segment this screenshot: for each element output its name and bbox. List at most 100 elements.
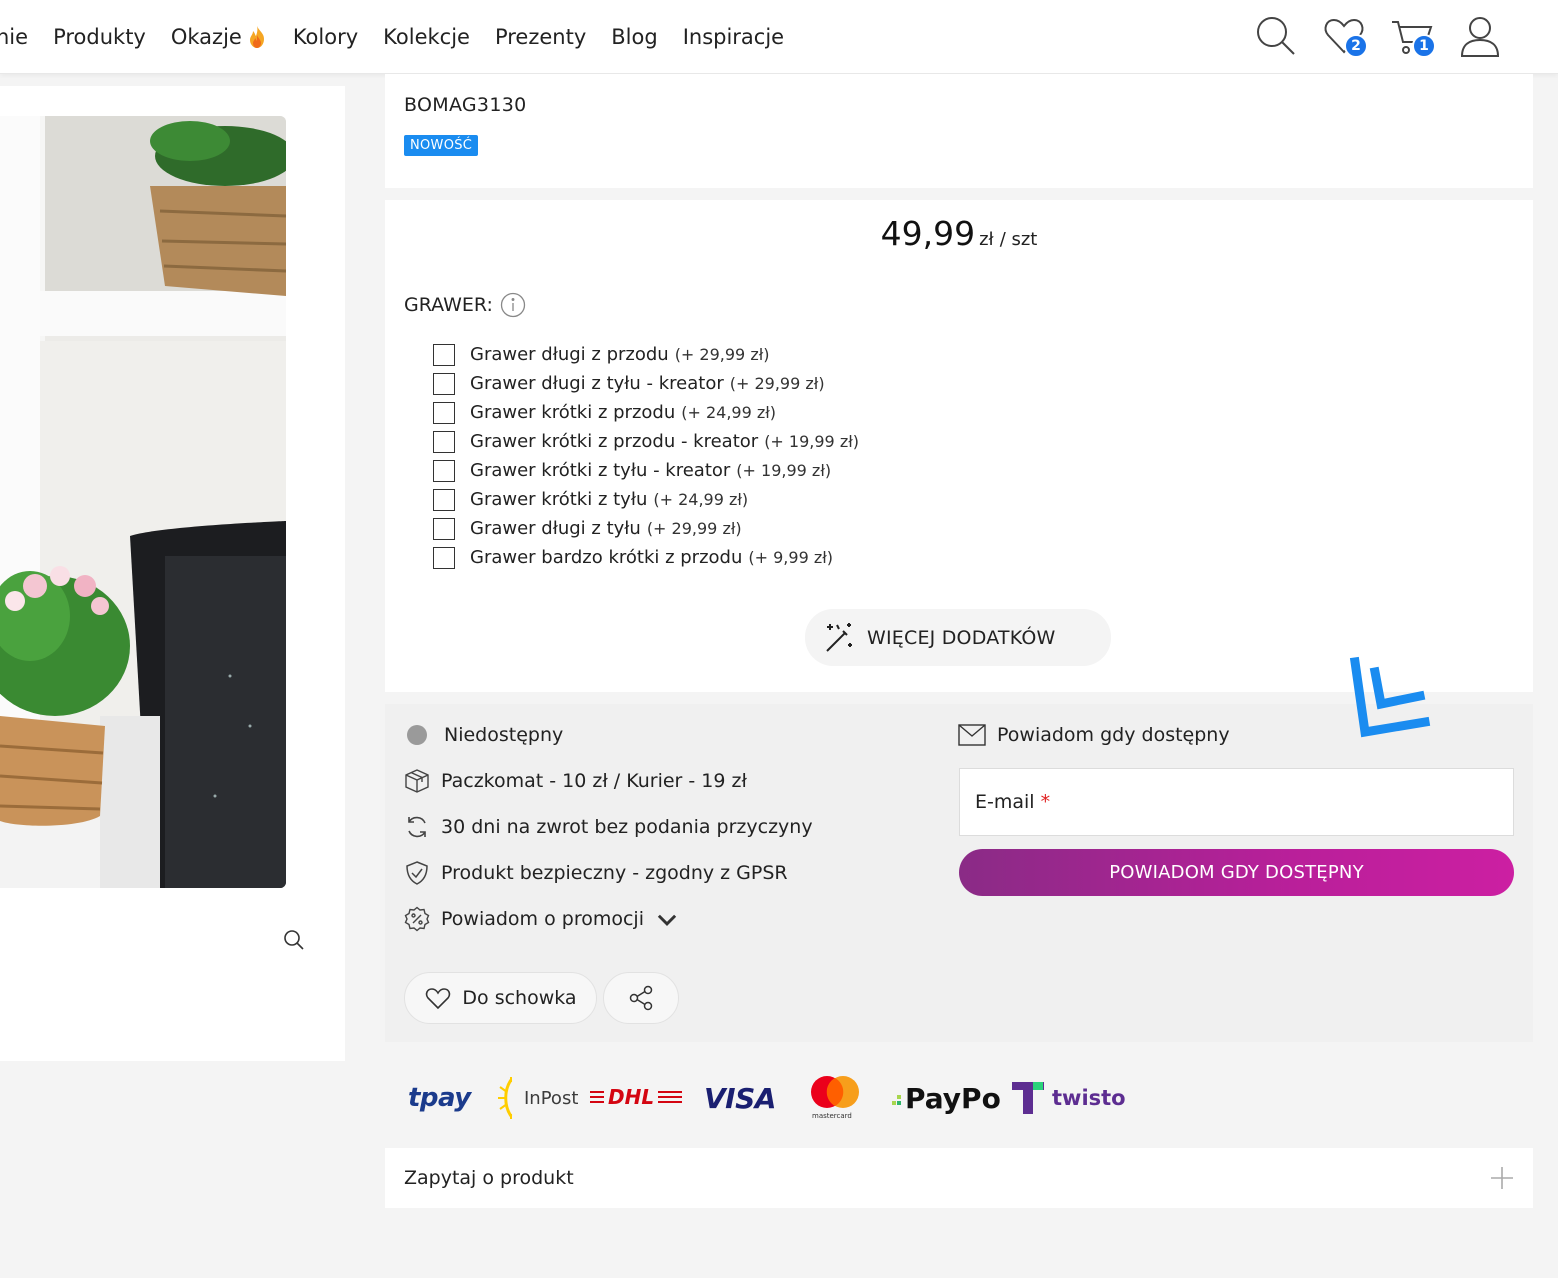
option-label: Grawer krótki z przodu - kreator <box>470 431 759 452</box>
more-addons-button[interactable]: WIĘCEJ DODATKÓW <box>805 609 1111 666</box>
nav-item-kolory[interactable]: Kolory <box>293 25 358 49</box>
product-photo[interactable] <box>0 116 286 888</box>
engraving-option[interactable]: Grawer krótki z przodu - kreator (+ 19,9… <box>433 427 859 456</box>
notify-button-label: POWIADOM GDY DOSTĘPNY <box>1109 862 1364 883</box>
engraving-option[interactable]: Grawer krótki z przodu (+ 24,99 zł) <box>433 398 859 427</box>
visa-logo: VISA <box>704 1068 776 1128</box>
engraving-options: Grawer długi z przodu (+ 29,99 zł) Grawe… <box>433 340 859 572</box>
email-field[interactable]: E-mail * <box>959 768 1514 836</box>
more-addons-label: WIĘCEJ DODATKÓW <box>867 626 1056 649</box>
notify-title: Powiadom gdy dostępny <box>958 724 1230 746</box>
option-checkbox[interactable] <box>433 459 455 482</box>
option-label: Grawer krótki z tyłu <box>470 489 648 510</box>
mastercard-circles-icon <box>811 1076 859 1108</box>
inpost-logo-text: InPost <box>524 1087 579 1109</box>
dhl-logo: DHL <box>590 1068 682 1128</box>
option-checkbox[interactable] <box>433 430 455 453</box>
option-price: (+ 24,99 zł) <box>681 403 777 422</box>
option-price: (+ 24,99 zł) <box>653 490 749 509</box>
add-to-wishlist-label: Do schowka <box>462 987 577 1009</box>
option-label: Grawer bardzo krótki z przodu <box>470 547 743 568</box>
plus-icon <box>1491 1167 1513 1189</box>
required-mark: * <box>1040 791 1051 813</box>
nav-item-blog[interactable]: Blog <box>611 25 657 49</box>
envelope-icon <box>958 724 986 746</box>
nav-item-produkty[interactable]: Produkty <box>53 25 146 49</box>
option-price: (+ 19,99 zł) <box>736 461 832 480</box>
product-photo-illustration <box>0 116 286 888</box>
nav-item-label: Okazje <box>170 25 242 49</box>
option-label: Grawer długi z tyłu - kreator <box>470 373 724 394</box>
paypo-dots-icon <box>892 1095 901 1105</box>
twisto-logo-text: twisto <box>1052 1086 1126 1110</box>
engraving-option[interactable]: Grawer długi z tyłu (+ 29,99 zł) <box>433 514 859 543</box>
nav-item-okazje[interactable]: Okazje <box>171 25 268 49</box>
option-label: Grawer długi z przodu <box>470 344 669 365</box>
option-price: (+ 29,99 zł) <box>729 374 825 393</box>
option-label: Grawer długi z tyłu <box>470 518 641 539</box>
chevron-down-icon <box>657 914 677 926</box>
heart-icon <box>426 988 451 1010</box>
share-button[interactable] <box>603 972 679 1024</box>
dhl-logo-text: DHL <box>604 1086 659 1108</box>
engraving-option[interactable]: Grawer bardzo krótki z przodu (+ 9,99 zł… <box>433 543 859 572</box>
option-price: (+ 29,99 zł) <box>674 345 770 364</box>
price-options-card: 49,99 zł / szt GRAWER: Grawer długi z przo… <box>385 200 1533 692</box>
share-icon <box>629 985 653 1011</box>
inpost-sun-icon <box>498 1077 513 1119</box>
package-icon <box>405 769 429 793</box>
notify-when-available-button[interactable]: POWIADOM GDY DOSTĘPNY <box>959 849 1514 896</box>
nav-item-prezenty[interactable]: Prezenty <box>495 25 586 49</box>
account-button[interactable] <box>1458 14 1502 58</box>
paypo-logo: PayPo <box>892 1068 1001 1128</box>
option-checkbox[interactable] <box>433 372 455 395</box>
tpay-logo: tpay <box>408 1068 471 1128</box>
info-icon[interactable] <box>500 292 526 318</box>
user-icon <box>1460 17 1500 57</box>
arrow-down-left-icon <box>1349 656 1431 738</box>
engraving-option[interactable]: Grawer długi z tyłu - kreator (+ 29,99 z… <box>433 369 859 398</box>
nav-item-home[interactable]: nie <box>0 25 28 49</box>
search-button[interactable] <box>1254 14 1298 58</box>
tpay-logo-text: tpay <box>408 1083 471 1113</box>
email-label: E-mail <box>975 791 1035 813</box>
price-unit: / szt <box>999 229 1038 250</box>
option-checkbox[interactable] <box>433 488 455 511</box>
add-to-wishlist-button[interactable]: Do schowka <box>404 972 597 1024</box>
engraving-option[interactable]: Grawer krótki z tyłu - kreator (+ 19,99 … <box>433 456 859 485</box>
option-price: (+ 29,99 zł) <box>646 519 742 538</box>
magic-wand-icon <box>826 622 852 652</box>
discount-badge-icon <box>404 906 430 932</box>
main-menu: nie Produkty Okazje Kolory Kolekcje Prez… <box>0 0 809 74</box>
engraving-option[interactable]: Grawer długi z przodu (+ 29,99 zł) <box>433 340 859 369</box>
option-checkbox[interactable] <box>433 401 455 424</box>
price-currency: zł <box>979 229 994 250</box>
option-checkbox[interactable] <box>433 546 455 569</box>
availability-status: Niedostępny <box>404 724 563 746</box>
nav-item-kolekcje[interactable]: Kolekcje <box>383 25 470 49</box>
nav-item-inspiracje[interactable]: Inspiracje <box>683 25 784 49</box>
wishlist-count-badge: 2 <box>1344 34 1368 58</box>
twisto-logo: twisto <box>1012 1068 1126 1128</box>
option-checkbox[interactable] <box>433 343 455 366</box>
engraving-option[interactable]: Grawer krótki z tyłu (+ 24,99 zł) <box>433 485 859 514</box>
ask-about-product[interactable]: Zapytaj o produkt <box>385 1148 1533 1208</box>
paypo-logo-text: PayPo <box>905 1081 1001 1115</box>
option-checkbox[interactable] <box>433 517 455 540</box>
notify-title-label: Powiadom gdy dostępny <box>997 724 1230 746</box>
shield-check-icon <box>406 861 428 885</box>
product-gallery <box>0 86 345 1061</box>
zoom-icon <box>284 930 304 950</box>
returns-info: 30 dni na zwrot bez podania przyczyny <box>404 814 813 840</box>
option-price: (+ 19,99 zł) <box>764 432 859 451</box>
twisto-t-icon <box>1012 1082 1044 1114</box>
zoom-button[interactable] <box>276 922 312 958</box>
cart-button[interactable]: 1 <box>1390 14 1436 58</box>
shipping-label: Paczkomat - 10 zł / Kurier - 19 zł <box>441 770 747 792</box>
new-badge: NOWOŚĆ <box>404 135 479 156</box>
engraving-title-label: GRAWER: <box>404 294 493 316</box>
mastercard-logo-box: mastercard <box>810 1074 860 1122</box>
promo-notify-toggle[interactable]: Powiadom o promocji <box>404 906 691 932</box>
mastercard-logo-text: mastercard <box>812 1112 852 1120</box>
wishlist-button[interactable]: 2 <box>1322 14 1368 58</box>
